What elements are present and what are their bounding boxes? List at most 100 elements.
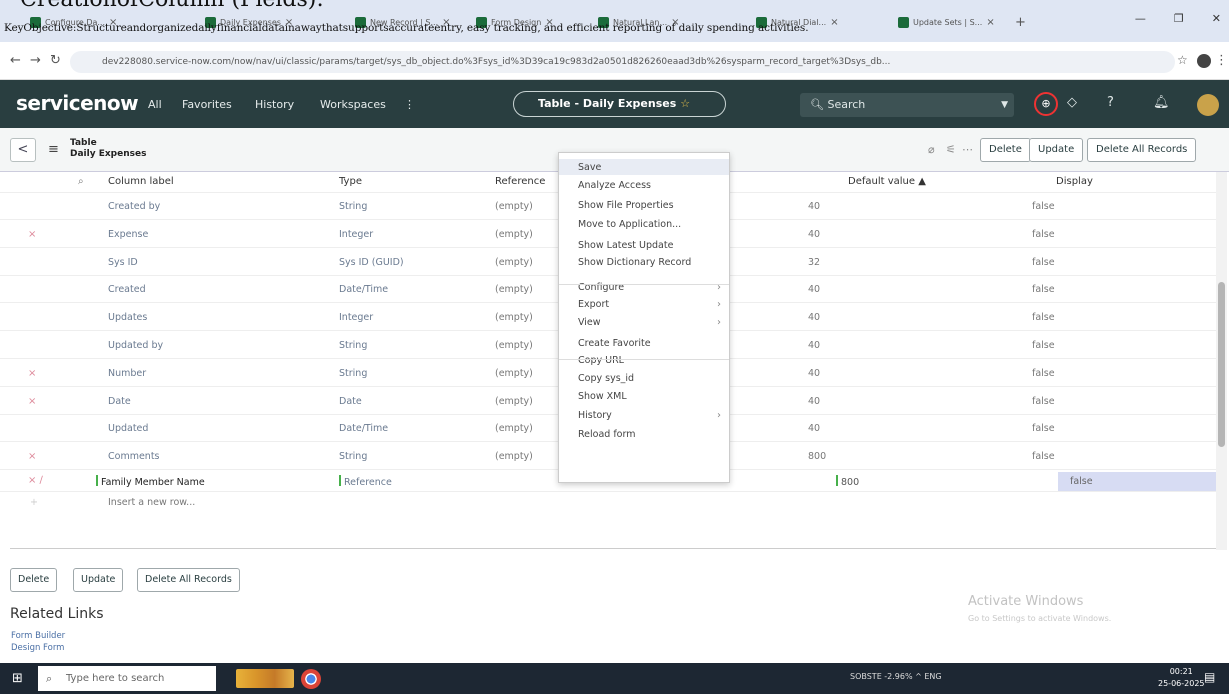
system-tray[interactable]: SOBSTE -2.96% ^ ENG	[850, 672, 942, 681]
chat-icon[interactable]: ◇	[1067, 95, 1077, 110]
minimize-icon[interactable]: —	[1135, 12, 1146, 25]
row-column-label[interactable]: Date	[108, 396, 131, 407]
row-display[interactable]: false	[1032, 340, 1055, 351]
table-scrollbar[interactable]	[1216, 172, 1227, 550]
nav-workspaces[interactable]: Workspaces	[320, 98, 386, 111]
nav-all[interactable]: All	[148, 98, 162, 111]
delete-all-records-button-bottom[interactable]: Delete All Records	[137, 568, 240, 592]
row-reference[interactable]: (empty)	[495, 396, 533, 407]
nav-favorites[interactable]: Favorites	[182, 98, 232, 111]
delete-row-icon[interactable]: × ∕	[28, 475, 43, 486]
menu-item-show-file-properties[interactable]: Show File Properties	[578, 200, 674, 211]
profile-icon[interactable]	[1197, 54, 1211, 68]
more-options-icon[interactable]: ⋯	[962, 143, 973, 156]
menu-item-analyze-access[interactable]: Analyze Access	[578, 180, 651, 191]
update-button-bottom[interactable]: Update	[73, 568, 124, 592]
new-row-type[interactable]: Reference	[344, 477, 392, 488]
nav-more-icon[interactable]: ⋮	[404, 98, 415, 111]
chevron-down-icon[interactable]: ▼	[1001, 93, 1008, 117]
delete-row-icon[interactable]: ×	[28, 229, 36, 240]
favorite-star-icon[interactable]: ☆	[680, 97, 690, 110]
row-type[interactable]: Date/Time	[339, 423, 388, 434]
close-window-icon[interactable]: ✕	[1212, 12, 1221, 25]
row-type[interactable]: String	[339, 201, 367, 212]
row-type[interactable]: String	[339, 340, 367, 351]
row-default-value[interactable]: 40	[808, 423, 820, 434]
new-row-default-value[interactable]: 800	[841, 477, 859, 488]
menu-item-export[interactable]: Export	[578, 299, 609, 310]
col-header-reference[interactable]: Reference	[495, 176, 545, 187]
row-column-label[interactable]: Number	[108, 368, 146, 379]
avatar[interactable]	[1197, 94, 1219, 116]
row-display[interactable]: false	[1032, 396, 1055, 407]
chrome-icon[interactable]	[301, 669, 321, 689]
delete-all-records-button-top[interactable]: Delete All Records	[1087, 138, 1197, 162]
form-menu-icon[interactable]: ≡	[48, 142, 59, 157]
global-search-input[interactable]: 🔍︎ Search ▼	[800, 93, 1014, 117]
tab-close-icon[interactable]: ×	[830, 17, 838, 28]
attachment-icon[interactable]: ⌀	[928, 143, 935, 156]
row-column-label[interactable]: Sys ID	[108, 257, 138, 268]
row-default-value[interactable]: 40	[808, 340, 820, 351]
row-default-value[interactable]: 40	[808, 229, 820, 240]
row-default-value[interactable]: 32	[808, 257, 820, 268]
new-tab-button[interactable]: +	[1015, 12, 1026, 32]
row-column-label[interactable]: Updates	[108, 312, 147, 323]
clock[interactable]: 00:21 25-06-2025	[1158, 666, 1205, 690]
delete-button-bottom[interactable]: Delete	[10, 568, 58, 592]
insert-row[interactable]: + Insert a new row...	[0, 493, 1216, 514]
row-display[interactable]: false	[1032, 257, 1055, 268]
menu-item-show-latest-update[interactable]: Show Latest Update	[578, 240, 673, 251]
back-button[interactable]: <	[10, 138, 36, 162]
tab-close-icon[interactable]: ×	[986, 17, 994, 28]
row-column-label[interactable]: Expense	[108, 229, 148, 240]
row-column-label[interactable]: Updated	[108, 423, 148, 434]
menu-item-create-favorite[interactable]: Create Favorite	[578, 338, 651, 349]
browser-tab-7[interactable]: Update Sets | S... ×	[898, 12, 995, 32]
insert-new-row-link[interactable]: Insert a new row...	[108, 497, 195, 508]
column-search-icon[interactable]: ⌕	[78, 176, 84, 187]
row-reference[interactable]: (empty)	[495, 229, 533, 240]
windows-start-icon[interactable]: ⊞	[12, 671, 23, 686]
delete-row-icon[interactable]: ×	[28, 451, 36, 462]
menu-item-copy-url[interactable]: Copy URL	[578, 355, 624, 366]
row-column-label[interactable]: Created	[108, 284, 146, 295]
row-type[interactable]: Date/Time	[339, 284, 388, 295]
row-reference[interactable]: (empty)	[495, 284, 533, 295]
row-reference[interactable]: (empty)	[495, 312, 533, 323]
back-arrow-icon[interactable]: ←	[10, 53, 21, 68]
new-row-display[interactable]: false	[1058, 472, 1218, 491]
row-display[interactable]: false	[1032, 312, 1055, 323]
row-default-value[interactable]: 40	[808, 368, 820, 379]
bookmark-star-icon[interactable]: ☆	[1177, 53, 1188, 67]
browser-menu-icon[interactable]: ⋮	[1215, 53, 1228, 68]
row-column-label[interactable]: Created by	[108, 201, 160, 212]
delete-row-icon[interactable]: ×	[28, 368, 36, 379]
activity-icon[interactable]: ⚟	[946, 143, 956, 156]
update-button-top[interactable]: Update	[1029, 138, 1084, 162]
row-display[interactable]: false	[1032, 284, 1055, 295]
taskbar-app-icons[interactable]	[236, 669, 294, 688]
col-header-display[interactable]: Display	[1056, 176, 1093, 187]
row-display[interactable]: false	[1032, 368, 1055, 379]
taskbar-search-input[interactable]: ⌕ Type here to search	[38, 666, 216, 691]
nav-history[interactable]: History	[255, 98, 294, 111]
row-reference[interactable]: (empty)	[495, 451, 533, 462]
row-column-label[interactable]: Comments	[108, 451, 160, 462]
delete-row-icon[interactable]: ×	[28, 396, 36, 407]
forward-arrow-icon[interactable]: →	[30, 53, 41, 68]
menu-item-reload-form[interactable]: Reload form	[578, 429, 636, 440]
row-display[interactable]: false	[1032, 423, 1055, 434]
menu-item-history[interactable]: History	[578, 410, 612, 421]
col-header-default-value[interactable]: Default value ▲	[848, 176, 926, 187]
row-type[interactable]: String	[339, 451, 367, 462]
scope-icon[interactable]: ⊕	[1034, 92, 1058, 116]
maximize-icon[interactable]: ❐	[1174, 12, 1184, 25]
row-reference[interactable]: (empty)	[495, 340, 533, 351]
menu-item-move-to-application[interactable]: Move to Application...	[578, 219, 681, 230]
new-row-label[interactable]: Family Member Name	[101, 477, 205, 488]
row-column-label[interactable]: Updated by	[108, 340, 163, 351]
menu-item-show-xml[interactable]: Show XML	[578, 391, 627, 402]
notifications-icon[interactable]: ▤	[1204, 670, 1215, 684]
row-reference[interactable]: (empty)	[495, 368, 533, 379]
